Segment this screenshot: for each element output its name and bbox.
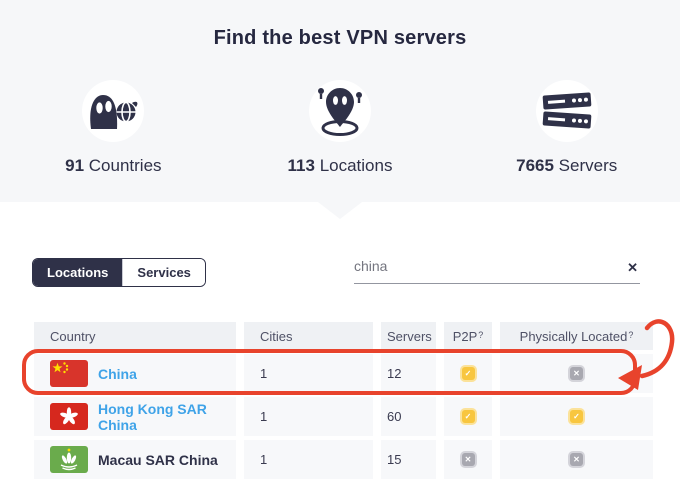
stat-locations-label: 113 Locations	[287, 156, 393, 175]
col-header-servers: Servers	[381, 322, 436, 350]
cell-servers: 12	[381, 354, 436, 393]
col-header-physically-located: Physically Located?	[500, 322, 653, 350]
col-header-p2p: P2P?	[444, 322, 492, 350]
tab-locations[interactable]: Locations	[33, 259, 123, 286]
locations-count: 113	[287, 156, 315, 175]
tab-services[interactable]: Services	[122, 259, 205, 286]
toolbar: Locations Services ✕	[0, 258, 680, 288]
search-field: ✕	[354, 258, 640, 284]
stat-countries-label: 91 Countries	[65, 156, 162, 175]
p2p-yes-icon	[461, 367, 475, 380]
page-title: Find the best VPN servers	[213, 27, 467, 49]
table-row-hongkong-country[interactable]: Hong Kong SAR China	[34, 397, 236, 436]
servers-count: 7665	[516, 156, 554, 175]
col-header-cities: Cities	[244, 322, 373, 350]
servers-table: Country Cities Servers P2P? Physically L…	[34, 322, 653, 479]
cell-located	[500, 440, 653, 479]
clear-search-icon[interactable]: ✕	[627, 260, 638, 276]
cell-p2p	[444, 354, 492, 393]
cell-located	[500, 397, 653, 436]
stat-countries: 91 Countries	[0, 80, 227, 176]
cell-located	[500, 354, 653, 393]
macau-flag-icon	[50, 446, 88, 473]
cell-cities: 1	[244, 440, 373, 479]
cell-servers: 15	[381, 440, 436, 479]
locations-icon	[309, 80, 371, 142]
hong-kong-flag-icon	[50, 403, 88, 430]
vpn-server-finder-page: Find the best VPN servers 91 Countries 1…	[0, 0, 680, 502]
p2p-no-icon	[461, 453, 475, 466]
countries-count: 91	[65, 156, 85, 175]
table-row-china-country[interactable]: China	[34, 354, 236, 393]
stat-servers-label: 7665 Servers	[516, 156, 618, 175]
cell-servers: 60	[381, 397, 436, 436]
search-input[interactable]	[354, 258, 604, 274]
help-mark[interactable]: ?	[628, 330, 633, 340]
cell-p2p	[444, 440, 492, 479]
china-flag-icon	[50, 360, 88, 387]
cell-cities: 1	[244, 354, 373, 393]
located-no-icon	[570, 367, 583, 380]
table-row-macau-country[interactable]: Macau SAR China	[34, 440, 236, 479]
col-header-country: Country	[34, 322, 236, 350]
country-label[interactable]: Macau SAR China	[98, 452, 218, 468]
view-toggle: Locations Services	[32, 258, 206, 287]
located-yes-icon	[570, 410, 583, 423]
country-link[interactable]: Hong Kong SAR China	[98, 401, 236, 433]
located-no-icon	[570, 453, 583, 466]
p2p-yes-icon	[461, 410, 475, 423]
hero-pointer-notch	[318, 202, 362, 219]
hero-section: Find the best VPN servers 91 Countries 1…	[0, 0, 680, 219]
cell-p2p	[444, 397, 492, 436]
help-mark[interactable]: ?	[478, 330, 483, 340]
stat-servers: 7665 Servers	[453, 80, 680, 176]
cell-cities: 1	[244, 397, 373, 436]
ghost-icon	[82, 80, 145, 142]
stats-row: 91 Countries 113 Locations 7665 Servers	[0, 80, 680, 176]
country-link[interactable]: China	[98, 366, 137, 382]
servers-icon	[535, 80, 598, 142]
stat-locations: 113 Locations	[227, 80, 454, 176]
